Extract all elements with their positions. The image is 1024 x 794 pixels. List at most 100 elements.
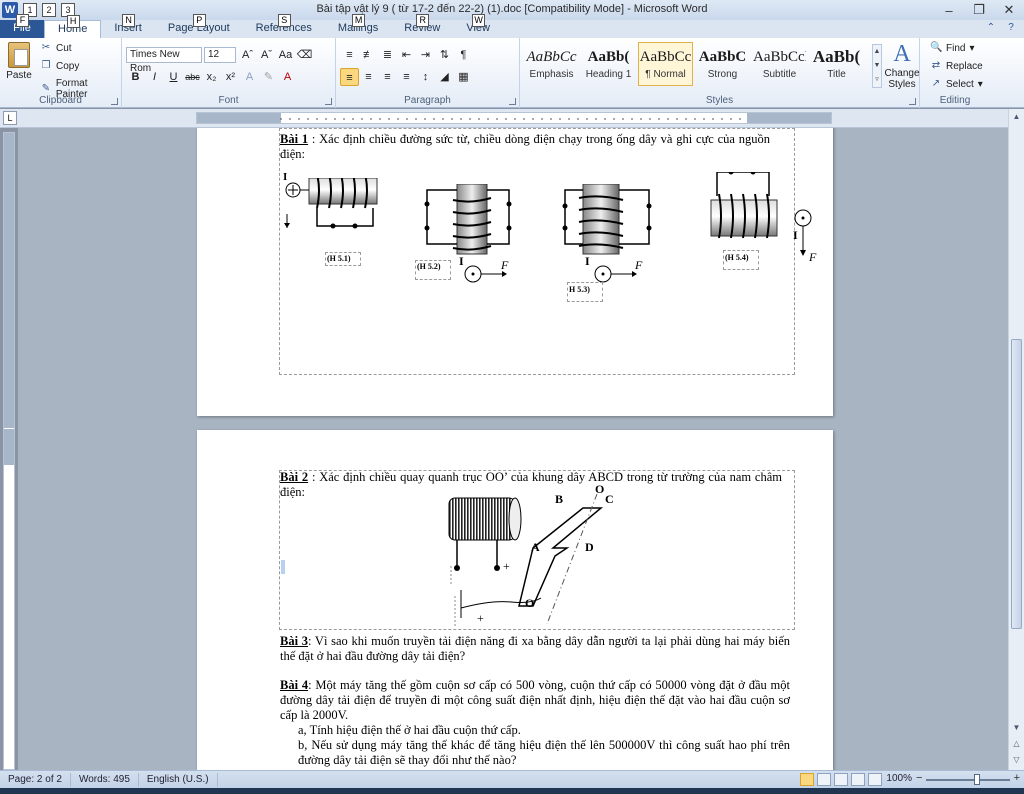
page-1[interactable]: Bài 1 : Xác định chiều đường sức từ, chi… — [197, 128, 833, 416]
scroll-thumb[interactable] — [1011, 339, 1022, 629]
zoom-in-icon[interactable]: + — [1014, 772, 1020, 784]
show-formatting-icon[interactable]: ¶ — [454, 46, 473, 64]
page-count[interactable]: Page: 2 of 2 — [0, 772, 71, 787]
bold-icon[interactable]: B — [126, 68, 145, 86]
title-bar: W 1 2 3 Bài tập vật lý 9 ( từ 17-2 đến 2… — [0, 0, 1024, 20]
bai4-paragraph[interactable]: Bài 4: Một máy tăng thế gồm cuộn sơ cấp … — [280, 678, 790, 723]
restore-icon[interactable]: ❐ — [964, 0, 994, 20]
find-button[interactable]: 🔍 Find ▾ — [930, 42, 974, 54]
line-spacing-icon[interactable]: ↕ — [416, 68, 435, 86]
shrink-font-icon[interactable]: Aˇ — [257, 46, 276, 64]
increase-indent-icon[interactable]: ⇥ — [416, 46, 435, 64]
outline-icon[interactable] — [851, 773, 865, 786]
zoom-level[interactable]: 100% — [886, 773, 912, 784]
minimize-icon[interactable]: – — [934, 0, 964, 20]
numbering-icon[interactable]: ≢ — [359, 46, 378, 64]
style-normal[interactable]: AaBbCc ¶ Normal — [638, 42, 693, 86]
draft-icon[interactable] — [868, 773, 882, 786]
tab-view[interactable]: View W — [453, 14, 503, 38]
vertical-scrollbar[interactable]: ▲ ▼ △ ▽ — [1008, 109, 1024, 770]
align-center-icon[interactable]: ≡ — [359, 68, 378, 86]
cut-button[interactable]: ✂ Cut — [40, 42, 72, 54]
styles-launcher-icon[interactable] — [909, 98, 916, 105]
tab-references[interactable]: References S — [243, 14, 325, 38]
tab-mailings[interactable]: Mailings M — [325, 14, 391, 38]
zoom-out-icon[interactable]: − — [916, 772, 922, 784]
full-screen-reading-icon[interactable] — [817, 773, 831, 786]
language-indicator[interactable]: English (U.S.) — [139, 772, 218, 787]
borders-icon[interactable]: ▦ — [454, 68, 473, 86]
tab-page-layout[interactable]: Page Layout P — [155, 14, 243, 38]
shading-icon[interactable]: ◢ — [435, 68, 454, 86]
bai1-paragraph[interactable]: Bài 1 : Xác định chiều đường sức từ, chi… — [280, 132, 770, 162]
style-emphasis[interactable]: AaBbCc Emphasis — [524, 42, 579, 86]
horizontal-ruler[interactable] — [196, 112, 832, 124]
document-area[interactable]: Bài 1 : Xác định chiều đường sức từ, chi… — [18, 128, 1008, 770]
font-family-select[interactable]: Times New Rom — [126, 47, 202, 74]
clipboard-launcher-icon[interactable] — [111, 98, 118, 105]
ruler-ticks — [280, 118, 741, 120]
font-color-icon[interactable]: A — [278, 68, 297, 86]
zoom-slider-knob[interactable] — [974, 774, 980, 785]
next-page-icon[interactable]: ▽ — [1009, 752, 1024, 768]
bai2-heading: Bài 2 — [280, 470, 309, 484]
previous-page-icon[interactable]: △ — [1009, 736, 1024, 752]
scroll-up-icon[interactable]: ▲ — [1009, 109, 1024, 125]
style-subtitle[interactable]: AaBbCcI Subtitle — [752, 42, 807, 86]
grow-font-icon[interactable]: Aˆ — [238, 46, 257, 64]
tab-insert[interactable]: Insert N — [101, 14, 155, 38]
zoom-slider[interactable]: − + — [916, 772, 1020, 785]
paste-button[interactable]: Paste — [6, 42, 32, 81]
scroll-down-icon[interactable]: ▼ — [1009, 720, 1024, 736]
font-launcher-icon[interactable] — [325, 98, 332, 105]
align-left-icon[interactable]: ≡ — [340, 68, 359, 86]
label-h5-3: H 5.3) — [569, 285, 590, 294]
bullets-icon[interactable]: ≡ — [340, 46, 359, 64]
styles-gallery-scroll[interactable]: ▲ ▼ ▿ — [872, 44, 882, 88]
qat-keytip-2: 2 — [42, 3, 56, 17]
text-effects-icon[interactable]: A — [240, 68, 259, 86]
tab-selector-button[interactable]: L — [3, 111, 17, 125]
word-count[interactable]: Words: 495 — [71, 772, 139, 787]
help-icon[interactable]: ? — [1004, 22, 1018, 36]
italic-icon[interactable]: I — [145, 68, 164, 86]
replace-button[interactable]: ⇄ Replace — [930, 60, 983, 72]
style-heading-1[interactable]: AaBb(Heading 1 — [581, 42, 636, 86]
superscript-icon[interactable]: x² — [221, 68, 240, 86]
clear-formatting-icon[interactable]: ⌫ — [295, 46, 314, 64]
bai3-heading: Bài 3 — [280, 634, 308, 648]
change-case-icon[interactable]: Aa — [276, 46, 295, 64]
chevron-down-icon: ▾ — [977, 78, 983, 90]
multilevel-list-icon[interactable]: ≣ — [378, 46, 397, 64]
style-title[interactable]: AaBb(Title — [809, 42, 864, 86]
sort-icon[interactable]: ⇅ — [435, 46, 454, 64]
strikethrough-icon[interactable]: abc — [183, 68, 202, 86]
tab-review[interactable]: Review R — [391, 14, 453, 38]
taskbar — [0, 788, 1024, 794]
print-layout-icon[interactable] — [800, 773, 814, 786]
select-button[interactable]: ↗ Select ▾ — [930, 78, 983, 90]
page-2[interactable]: Bài 2 : Xác định chiều quay quanh trục O… — [197, 430, 833, 770]
bai4-text: : Một máy tăng thế gồm cuộn sơ cấp có 50… — [280, 678, 790, 722]
justify-icon[interactable]: ≡ — [397, 68, 416, 86]
bai4-part-b[interactable]: b, Nếu sử dụng máy tăng thế khác để tăng… — [298, 738, 790, 768]
decrease-indent-icon[interactable]: ⇤ — [397, 46, 416, 64]
bai3-paragraph[interactable]: Bài 3: Vì sao khi muốn truyền tải điện n… — [280, 634, 790, 664]
bai4-part-a[interactable]: a, Tính hiệu điện thế ở hai đầu cuộn thứ… — [298, 723, 788, 738]
highlight-icon[interactable]: ✎ — [259, 68, 278, 86]
close-icon[interactable]: ✕ — [994, 0, 1024, 20]
style-strong[interactable]: AaBbC Strong — [695, 42, 750, 86]
paragraph-launcher-icon[interactable] — [509, 98, 516, 105]
minimize-ribbon-icon[interactable]: ⌃ — [984, 22, 998, 36]
font-size-select[interactable]: 12 — [204, 47, 236, 63]
web-layout-icon[interactable] — [834, 773, 848, 786]
editing-group-label: Editing — [939, 95, 971, 106]
underline-icon[interactable]: U — [164, 68, 183, 86]
align-right-icon[interactable]: ≡ — [378, 68, 397, 86]
change-styles-button[interactable]: A Change Styles — [884, 40, 920, 90]
vertical-ruler[interactable] — [3, 132, 15, 770]
tab-home[interactable]: Home H — [44, 15, 102, 38]
subscript-icon[interactable]: x₂ — [202, 68, 221, 86]
copy-button[interactable]: ❐ Copy — [40, 60, 80, 72]
tab-file[interactable]: File F — [0, 14, 44, 38]
